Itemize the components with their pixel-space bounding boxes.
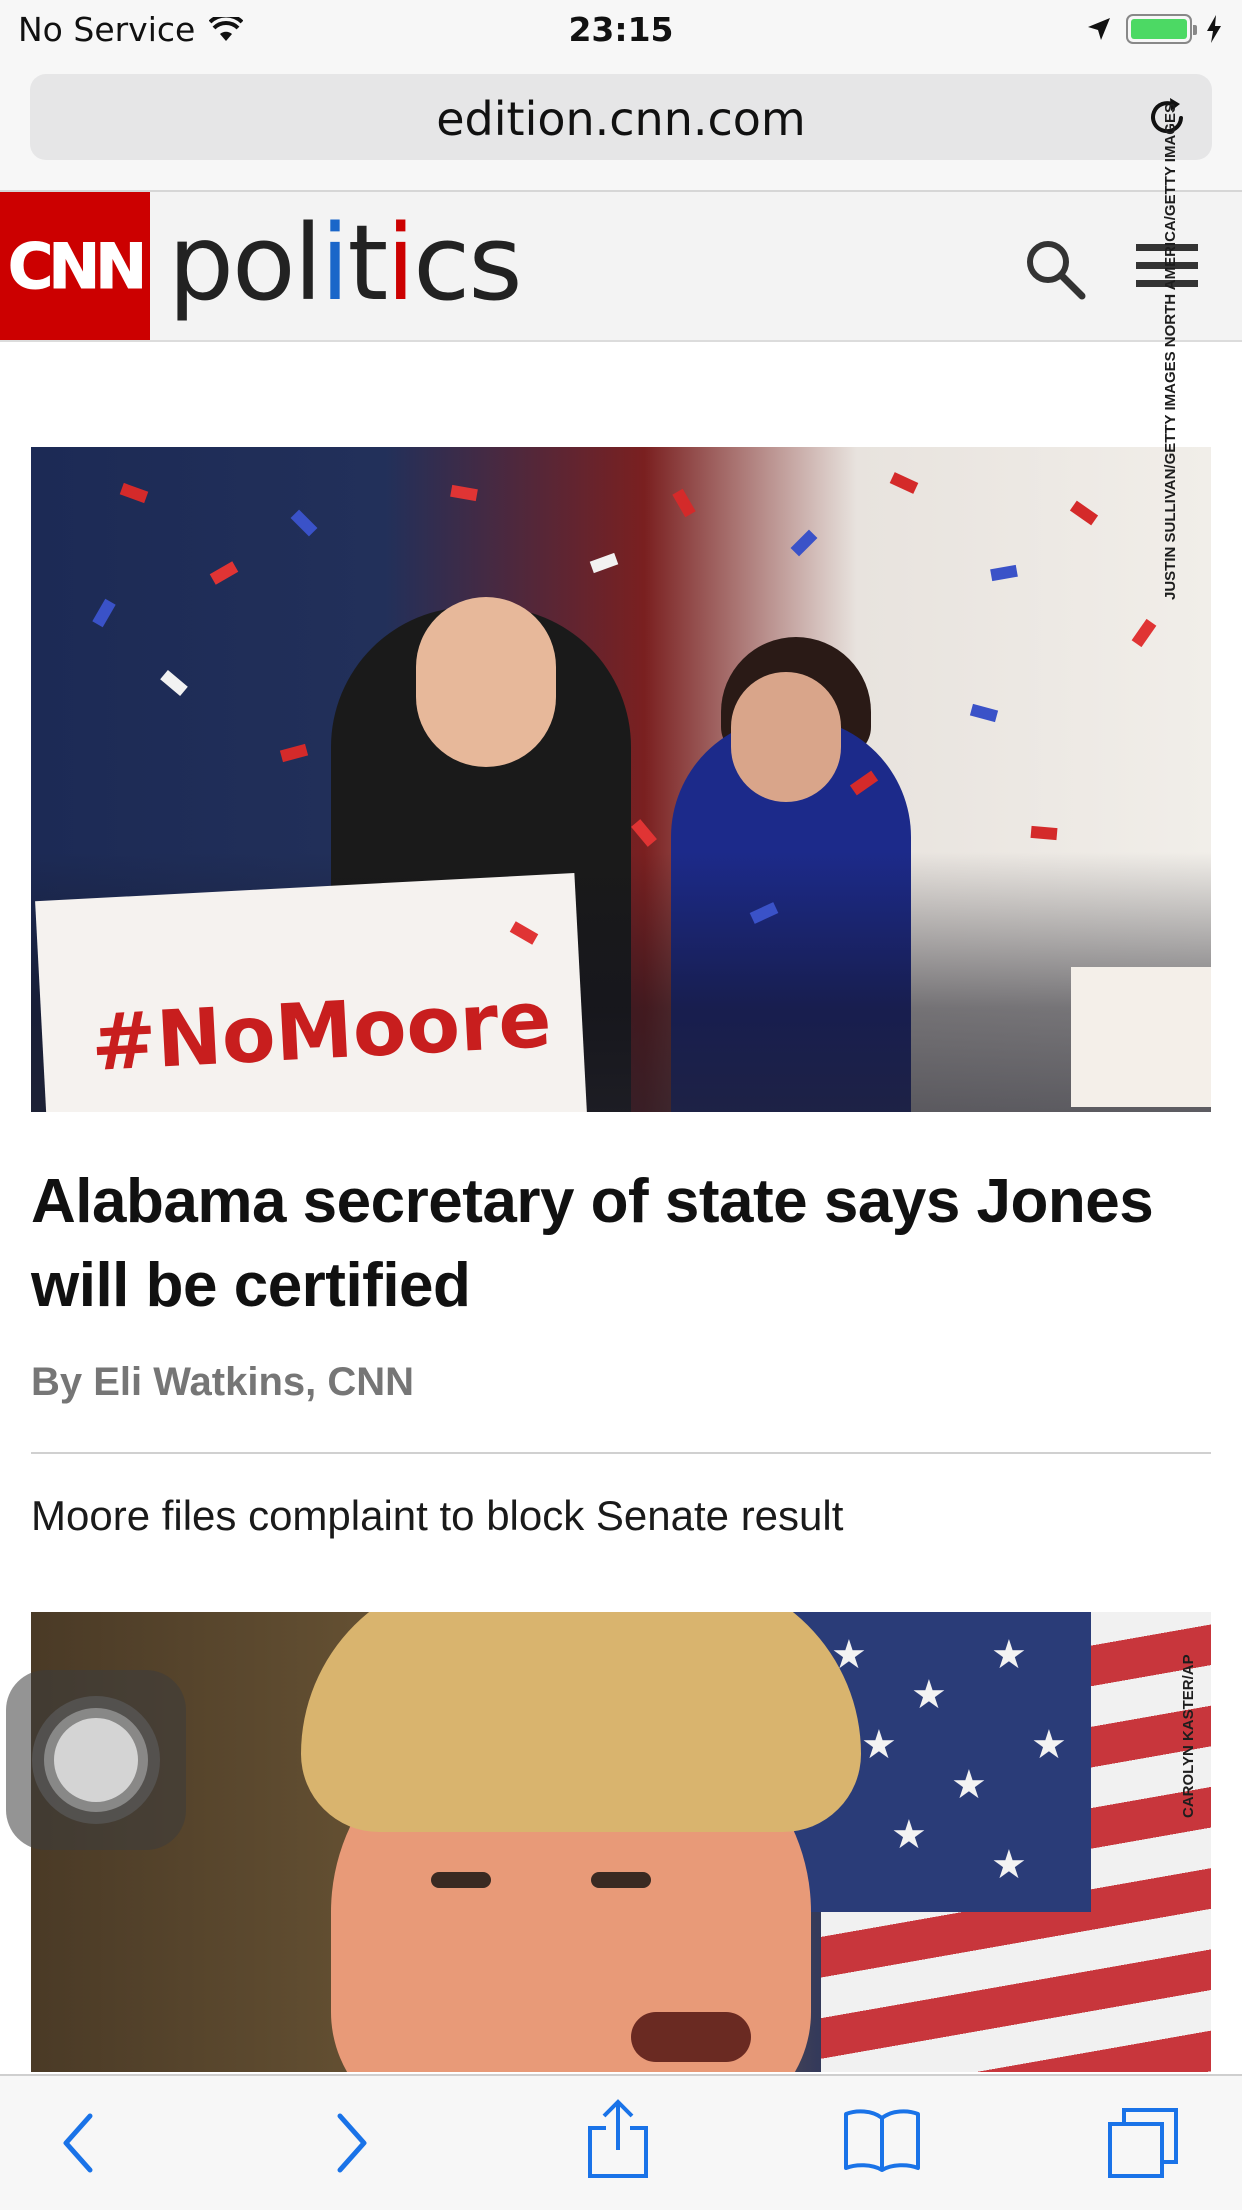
section-title[interactable]: politics [168,202,523,324]
story-photo-credit: CAROLYN KASTER/AP [1180,1654,1197,1818]
assistive-touch-dot [54,1718,138,1802]
article-byline: By Eli Watkins, CNN [31,1360,415,1404]
confetti [1069,500,1099,526]
browser-address-area: edition.cnn.com [0,62,1242,192]
confetti [279,743,309,763]
flag-star: ★ [861,1723,897,1767]
confetti [589,552,619,574]
flag-star: ★ [911,1673,947,1717]
search-icon[interactable] [1024,238,1086,300]
portrait-eye [591,1872,651,1888]
flag-star: ★ [991,1843,1027,1887]
confetti [889,472,919,494]
section-title-part: pol [168,202,323,324]
share-icon[interactable] [586,2098,650,2180]
url-text[interactable]: edition.cnn.com [30,92,1212,146]
related-story-link[interactable]: Moore files complaint to block Senate re… [31,1492,843,1540]
section-title-blue-i: i [320,202,350,324]
charging-bolt-icon [1207,15,1221,43]
flag-star: ★ [891,1813,927,1857]
portrait-hair [301,1612,861,1832]
hero-photo-credit: JUSTIN SULLIVAN/GETTY IMAGES NORTH AMERI… [1162,103,1179,600]
forward-icon[interactable] [332,2110,372,2176]
flag-star: ★ [991,1633,1027,1677]
assistive-touch-button[interactable] [6,1670,186,1850]
confetti [450,484,478,502]
confetti [1131,618,1157,648]
hero-figure-face [416,597,556,767]
section-title-red-i: i [386,202,415,324]
hero-image[interactable]: #NoMoore [31,447,1211,1112]
confetti [290,509,318,537]
battery-icon [1126,14,1197,44]
back-icon[interactable] [58,2110,98,2176]
portrait-eye [431,1872,491,1888]
status-bar: No Service 23:15 [0,0,1242,62]
confetti [672,488,696,518]
confetti [969,703,999,723]
article-headline[interactable]: Alabama secretary of state says Jones wi… [31,1160,1201,1328]
confetti [92,598,116,628]
confetti [119,482,149,504]
status-right [1086,14,1222,44]
story-image[interactable]: ★ ★ ★ ★ ★ ★ ★ ★ [31,1612,1211,2072]
confetti [160,670,188,696]
section-title-part: cs [413,202,522,324]
confetti [1030,825,1058,841]
address-bar[interactable]: edition.cnn.com [30,74,1212,160]
confetti [790,529,818,557]
tabs-icon[interactable] [1106,2106,1182,2182]
browser-toolbar [0,2074,1242,2210]
hero-figure-face [731,672,841,802]
cnn-logo[interactable]: CNN [0,192,150,340]
confetti [631,819,657,847]
divider [31,1452,1211,1454]
portrait-mouth [631,2012,751,2062]
site-header: CNN politics [0,192,1242,342]
flag-star: ★ [951,1763,987,1807]
cnn-logo-text: CNN [7,229,147,303]
confetti [990,564,1018,582]
bookmarks-icon[interactable] [842,2106,922,2172]
confetti [209,561,239,585]
clock: 23:15 [568,10,674,49]
section-title-part: t [347,202,388,324]
flag-star: ★ [1031,1723,1067,1767]
location-arrow-icon [1088,18,1110,40]
hero-sign [1071,967,1211,1107]
